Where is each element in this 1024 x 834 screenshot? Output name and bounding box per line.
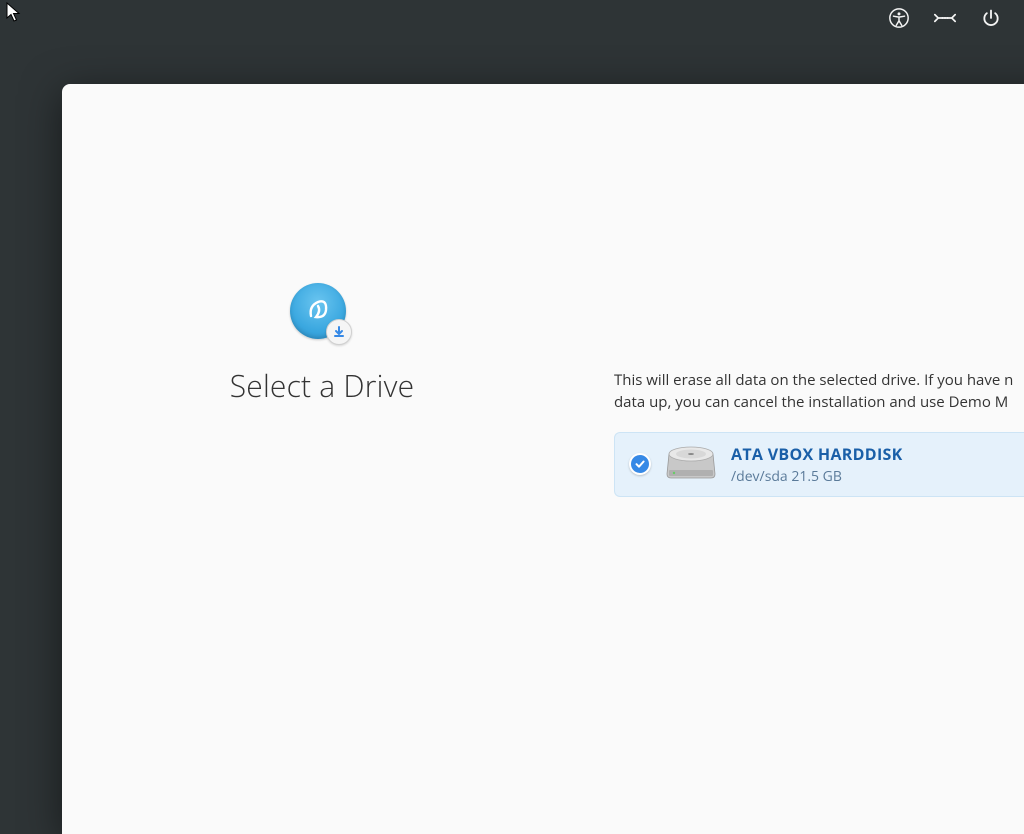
drive-option[interactable]: ATA VBOX HARDDISK /dev/sda 21.5 GB	[614, 432, 1024, 497]
installer-window: Select a Drive This will erase all data …	[62, 84, 1024, 834]
desktop-top-bar	[888, 0, 1024, 36]
harddisk-icon	[665, 444, 717, 484]
mouse-cursor	[6, 2, 24, 29]
drive-name: ATA VBOX HARDDISK	[731, 443, 903, 465]
drive-path: /dev/sda 21.5 GB	[731, 467, 903, 486]
warning-line-2: data up, you can cancel the installation…	[614, 392, 1008, 412]
download-badge-icon	[326, 319, 352, 345]
selected-check-icon	[629, 453, 651, 475]
installer-left-pane: Select a Drive	[62, 84, 582, 834]
warning-line-1: This will erase all data on the selected…	[614, 370, 1013, 390]
power-icon[interactable]	[980, 7, 1002, 29]
accessibility-icon[interactable]	[888, 7, 910, 29]
drive-text: ATA VBOX HARDDISK /dev/sda 21.5 GB	[731, 443, 903, 486]
page-title: Select a Drive	[230, 365, 415, 406]
warning-text: This will erase all data on the selected…	[614, 370, 1024, 414]
installer-right-pane: This will erase all data on the selected…	[582, 84, 1024, 834]
installer-brand-icon	[290, 283, 354, 347]
network-icon[interactable]	[934, 7, 956, 29]
